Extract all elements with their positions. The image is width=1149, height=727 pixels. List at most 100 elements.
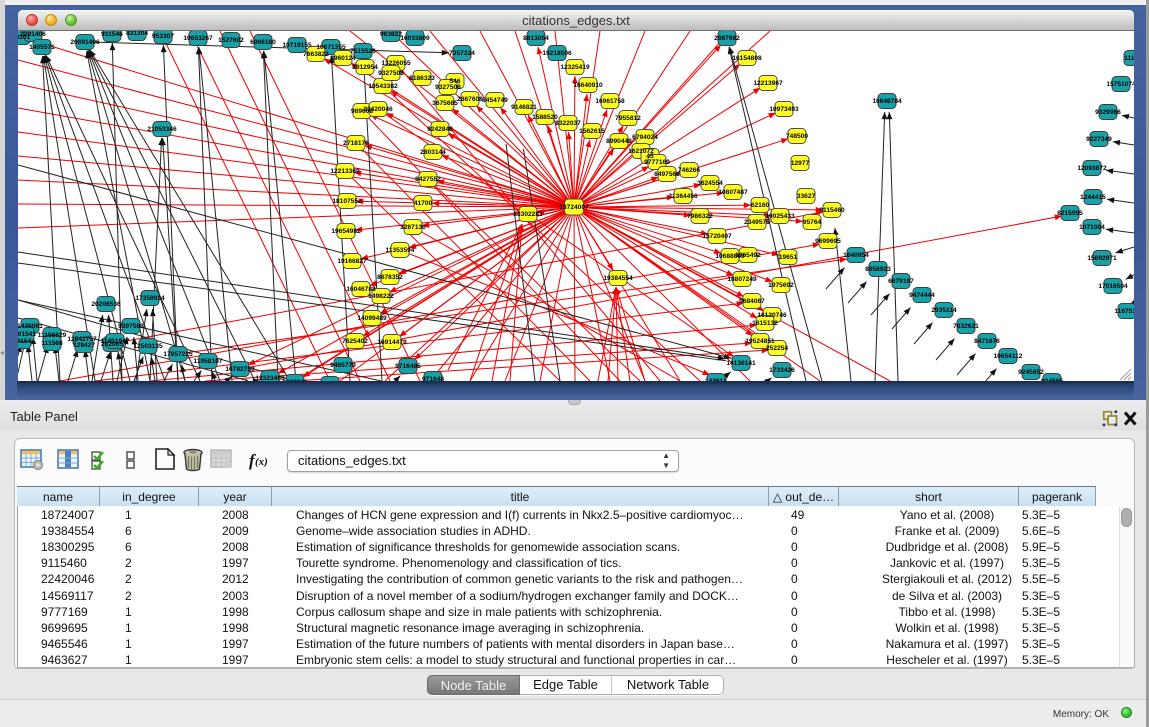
svg-text:13226055: 13226055 xyxy=(381,60,411,67)
svg-text:391541: 391541 xyxy=(18,331,36,338)
svg-text:23302283: 23302283 xyxy=(513,211,543,218)
svg-text:7986322: 7986322 xyxy=(687,213,713,220)
svg-text:2867608: 2867608 xyxy=(457,96,483,103)
svg-text:831304: 831304 xyxy=(126,31,148,37)
svg-text:8990448: 8990448 xyxy=(606,138,632,145)
svg-text:9716485: 9716485 xyxy=(395,363,421,370)
svg-text:10671355: 10671355 xyxy=(316,44,346,51)
svg-text:12093872: 12093872 xyxy=(1077,165,1107,172)
svg-text:19384554: 19384554 xyxy=(603,275,633,282)
svg-text:16033809: 16033809 xyxy=(400,35,430,42)
svg-text:963822: 963822 xyxy=(380,31,402,38)
svg-text:7357224: 7357224 xyxy=(449,50,475,57)
svg-text:33627: 33627 xyxy=(797,193,816,200)
svg-text:8215955: 8215955 xyxy=(1057,210,1083,217)
svg-text:9245652: 9245652 xyxy=(1018,369,1044,376)
svg-text:16914479: 16914479 xyxy=(377,339,407,346)
svg-text:8322037: 8322037 xyxy=(555,120,581,127)
svg-text:7632621: 7632621 xyxy=(953,323,979,330)
svg-text:16640910: 16640910 xyxy=(573,82,603,89)
svg-text:19166827: 19166827 xyxy=(337,258,367,265)
svg-text:15751074: 15751074 xyxy=(1106,81,1134,88)
svg-text:18807249: 18807249 xyxy=(727,276,757,283)
svg-text:2935114: 2935114 xyxy=(931,307,957,314)
svg-text:2291406: 2291406 xyxy=(20,31,46,38)
svg-text:11353594: 11353594 xyxy=(386,247,415,254)
svg-text:20691406: 20691406 xyxy=(70,39,100,46)
svg-text:41700: 41700 xyxy=(414,200,433,207)
svg-text:3267130: 3267130 xyxy=(400,224,426,231)
svg-text:16648784: 16648784 xyxy=(872,98,902,105)
svg-text:16961758: 16961758 xyxy=(595,98,625,105)
svg-text:11958107: 11958107 xyxy=(194,358,223,365)
svg-text:129427: 129427 xyxy=(73,342,95,349)
svg-text:9684067: 9684067 xyxy=(739,298,765,305)
svg-text:12977: 12977 xyxy=(791,160,810,167)
svg-text:12325419: 12325419 xyxy=(560,64,590,71)
svg-text:8960124: 8960124 xyxy=(330,55,356,62)
svg-text:1167533: 1167533 xyxy=(1114,308,1134,315)
svg-text:10653267: 10653267 xyxy=(183,35,213,42)
svg-text:8912954: 8912954 xyxy=(352,64,378,71)
svg-text:10973493: 10973493 xyxy=(769,106,799,113)
svg-text:2349575: 2349575 xyxy=(744,219,770,226)
svg-text:95764: 95764 xyxy=(803,219,822,226)
svg-text:1615132: 1615132 xyxy=(752,320,778,327)
svg-text:6497568: 6497568 xyxy=(654,171,680,178)
svg-text:12213369: 12213369 xyxy=(330,168,360,175)
svg-text:2718176: 2718176 xyxy=(343,140,369,147)
svg-text:9242848: 9242848 xyxy=(427,126,453,133)
svg-text:8958923: 8958923 xyxy=(865,266,891,273)
svg-text:16046788: 16046788 xyxy=(346,286,376,293)
svg-text:8454749: 8454749 xyxy=(482,97,508,104)
svg-text:9327508: 9327508 xyxy=(435,84,461,91)
svg-text:911546: 911546 xyxy=(101,31,123,38)
svg-text:10719155: 10719155 xyxy=(282,42,312,49)
svg-text:16154808: 16154808 xyxy=(732,55,762,62)
svg-text:8427552: 8427552 xyxy=(415,176,441,183)
svg-text:18107552: 18107552 xyxy=(332,198,362,205)
svg-text:8813054: 8813054 xyxy=(523,35,549,42)
svg-text:12503135: 12503135 xyxy=(133,343,163,350)
svg-text:12213967: 12213967 xyxy=(753,80,783,87)
svg-text:14136141: 14136141 xyxy=(726,360,756,367)
svg-text:1498222: 1498222 xyxy=(368,293,394,300)
svg-text:9227349: 9227349 xyxy=(1086,136,1112,143)
svg-text:1244415: 1244415 xyxy=(1080,194,1106,201)
svg-text:19218506: 19218506 xyxy=(542,50,572,57)
svg-text:16120746: 16120746 xyxy=(757,312,787,319)
svg-text:19654982: 19654982 xyxy=(331,228,361,235)
svg-text:252254: 252254 xyxy=(766,345,788,352)
svg-text:20206536: 20206536 xyxy=(91,301,121,308)
svg-text:1640954: 1640954 xyxy=(843,252,869,259)
svg-text:9699695: 9699695 xyxy=(815,238,841,245)
svg-text:8471676: 8471676 xyxy=(974,338,1000,345)
svg-text:22420046: 22420046 xyxy=(363,106,393,113)
svg-text:21364456: 21364456 xyxy=(668,193,698,200)
svg-text:9777169: 9777169 xyxy=(644,159,670,166)
svg-text:16782759: 16782759 xyxy=(225,366,255,373)
svg-text:111568: 111568 xyxy=(41,340,63,347)
svg-text:14099489: 14099489 xyxy=(357,315,387,322)
svg-text:9397588: 9397588 xyxy=(118,323,144,330)
svg-text:10654112: 10654112 xyxy=(994,353,1023,360)
svg-text:17016504: 17016504 xyxy=(1098,283,1128,290)
svg-text:9327508: 9327508 xyxy=(378,70,404,77)
svg-text:39154: 39154 xyxy=(18,338,31,345)
svg-text:1071004: 1071004 xyxy=(1079,224,1105,231)
svg-text:15692971: 15692971 xyxy=(1087,255,1117,262)
svg-text:7955812: 7955812 xyxy=(615,115,641,122)
svg-text:1527602: 1527602 xyxy=(218,37,244,44)
svg-text:2687682: 2687682 xyxy=(714,35,740,42)
svg-text:3624554: 3624554 xyxy=(697,180,723,187)
svg-text:9329966: 9329966 xyxy=(1095,109,1121,116)
svg-text:6679197: 6679197 xyxy=(888,278,914,285)
svg-text:62160: 62160 xyxy=(751,202,770,209)
svg-text:6966160: 6966160 xyxy=(250,39,276,46)
svg-text:19651: 19651 xyxy=(779,254,798,261)
svg-text:1733426: 1733426 xyxy=(769,367,795,374)
svg-text:6794024: 6794024 xyxy=(632,134,658,141)
svg-text:7515526: 7515526 xyxy=(350,48,376,55)
svg-text:17359924: 17359924 xyxy=(135,295,165,302)
svg-text:17957225: 17957225 xyxy=(163,351,193,358)
